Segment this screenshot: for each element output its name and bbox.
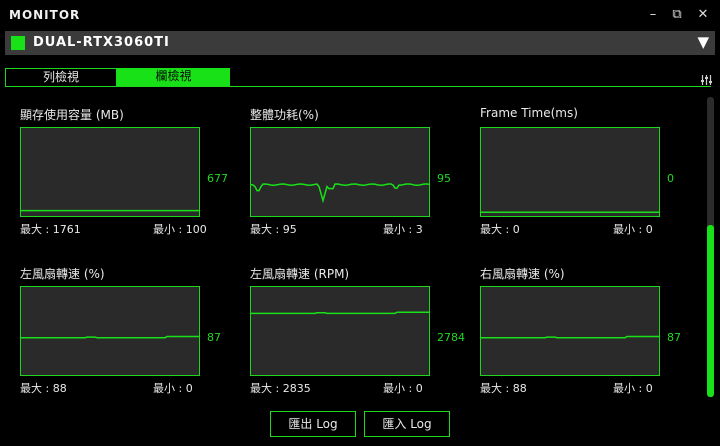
device-selector[interactable]: DUAL-RTX3060TI ▼ [5, 31, 715, 55]
min-value: 最小 : 100 [153, 223, 207, 236]
restore-icon[interactable]: ⧉ [668, 6, 686, 24]
max-value: 最大 : 1761 [20, 223, 81, 236]
graph-vram-usage [20, 127, 200, 217]
current-value: 677 [207, 172, 228, 185]
current-value: 0 [667, 172, 674, 185]
graph-left-fan-rpm [250, 286, 430, 376]
title-bar: MONITOR – ⧉ ✕ [0, 0, 720, 30]
min-value: 最小 : 3 [383, 223, 423, 236]
settings-sliders-icon[interactable] [700, 74, 714, 86]
chevron-down-icon[interactable]: ▼ [697, 33, 709, 51]
current-value: 95 [437, 172, 451, 185]
current-value: 2784 [437, 331, 465, 344]
graph-line [481, 335, 659, 339]
tab-list-view[interactable]: 列檢視 [5, 68, 117, 87]
graph-line [251, 183, 429, 204]
app-title: MONITOR [9, 8, 81, 22]
import-log-button[interactable]: 匯入 Log [364, 411, 450, 437]
current-value: 87 [667, 331, 681, 344]
panel-title: 右風扇轉速 (%) [480, 267, 565, 281]
graph-left-fan-percent [20, 286, 200, 376]
minimize-icon[interactable]: – [644, 6, 662, 24]
panel-title: 顯存使用容量 (MB) [20, 108, 124, 122]
panel-title: 左風扇轉速 (RPM) [250, 267, 350, 281]
max-value: 最大 : 95 [250, 223, 297, 236]
device-status-indicator [11, 36, 25, 50]
current-value: 87 [207, 331, 221, 344]
max-value: 最大 : 88 [480, 382, 527, 395]
min-value: 最小 : 0 [613, 382, 653, 395]
max-value: 最大 : 88 [20, 382, 67, 395]
graph-line [251, 311, 429, 315]
tab-grid-view[interactable]: 欄檢視 [117, 68, 230, 87]
max-value: 最大 : 2835 [250, 382, 311, 395]
graph-frame-time [480, 127, 660, 217]
panel-title: Frame Time(ms) [480, 106, 578, 120]
close-icon[interactable]: ✕ [694, 6, 712, 24]
graph-right-fan-percent [480, 286, 660, 376]
export-log-button[interactable]: 匯出 Log [270, 411, 356, 437]
min-value: 最小 : 0 [153, 382, 193, 395]
tab-divider [5, 86, 711, 87]
panel-title: 左風扇轉速 (%) [20, 267, 105, 281]
max-value: 最大 : 0 [480, 223, 520, 236]
panel-title: 整體功耗(%) [250, 108, 319, 122]
graph-line [21, 335, 199, 339]
scrollbar-thumb[interactable] [707, 225, 714, 397]
min-value: 最小 : 0 [613, 223, 653, 236]
graph-power-usage [250, 127, 430, 217]
min-value: 最小 : 0 [383, 382, 423, 395]
device-name: DUAL-RTX3060TI [33, 35, 170, 50]
